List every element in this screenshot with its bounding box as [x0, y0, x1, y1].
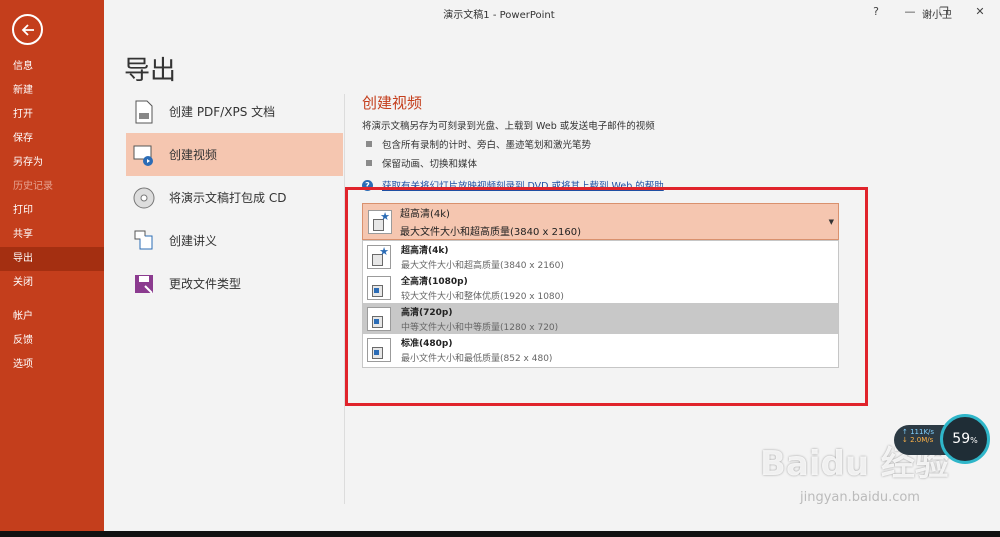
- backstage-sidebar: 信息 新建 打开 保存 另存为 历史记录 打印 共享 导出 关闭 帐户 反馈 选…: [0, 0, 104, 531]
- help-button[interactable]: ?: [868, 4, 884, 20]
- quality-option-4k[interactable]: ★ 超高清(4k) 最大文件大小和超高质量(3840 x 2160): [363, 241, 838, 272]
- option-label: 创建视频: [169, 148, 218, 162]
- pdf-document-icon: [132, 99, 156, 125]
- quality-dropdown-list: ★ 超高清(4k) 最大文件大小和超高质量(3840 x 2160) 全高清(10…: [362, 240, 839, 368]
- pane-heading: 创建视频: [362, 94, 423, 112]
- menu-item-feedback[interactable]: 反馈: [0, 329, 104, 353]
- back-button[interactable]: [12, 14, 43, 45]
- video-quality-icon: ★: [367, 244, 391, 269]
- video-quality-icon: [367, 306, 391, 331]
- option-label: 更改文件类型: [169, 277, 242, 291]
- pane-description: 将演示文稿另存为可刻录到光盘、上载到 Web 或发送电子邮件的视频: [362, 121, 655, 132]
- minimize-button[interactable]: —: [902, 4, 918, 20]
- menu-item-export[interactable]: 导出: [0, 247, 104, 271]
- video-quality-icon: ★: [368, 209, 392, 234]
- menu-item-account[interactable]: 帐户: [0, 305, 104, 329]
- bullet-item: 包含所有录制的计时、旁白、墨迹笔划和激光笔势: [366, 137, 882, 151]
- close-button[interactable]: ✕: [972, 4, 988, 20]
- dropdown-selected-title: 超高清(4k): [400, 209, 450, 220]
- export-options: 创建 PDF/XPS 文档 创建视频 将演示文稿打包成 CD 创建讲义 更改文件…: [126, 90, 343, 305]
- video-quality-icon: [367, 275, 391, 300]
- option-label: 创建 PDF/XPS 文档: [169, 105, 276, 119]
- save-file-icon: [132, 271, 156, 297]
- backstage-menu: 信息 新建 打开 保存 另存为 历史记录 打印 共享 导出 关闭 帐户 反馈 选…: [0, 55, 104, 377]
- bullet-square-icon: [366, 141, 372, 147]
- quality-option-480p[interactable]: 标准(480p) 最小文件大小和最低质量(852 x 480): [363, 334, 838, 365]
- option-label: 创建讲义: [169, 234, 218, 248]
- menu-item-info[interactable]: 信息: [0, 55, 104, 79]
- create-video-pane: 创建视频 将演示文稿另存为可刻录到光盘、上载到 Web 或发送电子邮件的视频 包…: [362, 92, 882, 192]
- menu-item-new[interactable]: 新建: [0, 79, 104, 103]
- powerpoint-backstage: 信息 新建 打开 保存 另存为 历史记录 打印 共享 导出 关闭 帐户 反馈 选…: [0, 0, 1000, 537]
- chevron-down-icon: ▼: [828, 218, 834, 226]
- handouts-icon: [132, 228, 156, 254]
- menu-item-open[interactable]: 打开: [0, 103, 104, 127]
- quality-option-720p[interactable]: 高清(720p) 中等文件大小和中等质量(1280 x 720): [363, 303, 838, 334]
- menu-item-share[interactable]: 共享: [0, 223, 104, 247]
- back-arrow-icon: [21, 23, 34, 36]
- quality-option-1080p[interactable]: 全高清(1080p) 较大文件大小和整体优质(1920 x 1080): [363, 272, 838, 303]
- menu-item-save[interactable]: 保存: [0, 127, 104, 151]
- bullet-item: 保留动画、切换和媒体: [366, 156, 882, 170]
- option-package-cd[interactable]: 将演示文稿打包成 CD: [126, 176, 343, 219]
- option-change-file-type[interactable]: 更改文件类型: [126, 262, 343, 305]
- menu-item-save-as[interactable]: 另存为: [0, 151, 104, 175]
- watermark-url: jingyan.baidu.com: [800, 490, 920, 505]
- dropdown-selected-subtitle: 最大文件大小和超高质量(3840 x 2160): [400, 227, 581, 238]
- video-quality-icon: [367, 337, 391, 362]
- option-create-pdf[interactable]: 创建 PDF/XPS 文档: [126, 90, 343, 133]
- usage-gauge[interactable]: 59%: [940, 414, 990, 464]
- title-bar: 演示文稿1 - PowerPoint 谢小卫 ? — ❐ ✕: [104, 0, 1000, 26]
- cd-icon: [132, 185, 156, 211]
- option-create-handouts[interactable]: 创建讲义: [126, 219, 343, 262]
- video-icon: [132, 142, 156, 168]
- menu-item-print[interactable]: 打印: [0, 199, 104, 223]
- menu-item-close[interactable]: 关闭: [0, 271, 104, 295]
- window-title: 演示文稿1 - PowerPoint: [443, 10, 555, 21]
- restore-button[interactable]: ❐: [936, 4, 952, 20]
- taskbar: [0, 531, 1000, 537]
- option-create-video[interactable]: 创建视频: [126, 133, 343, 176]
- menu-item-history: 历史记录: [13, 181, 53, 192]
- menu-item-options[interactable]: 选项: [0, 353, 104, 377]
- quality-dropdown[interactable]: ★ 超高清(4k) 最大文件大小和超高质量(3840 x 2160) ▼: [362, 203, 839, 240]
- bullet-square-icon: [366, 160, 372, 166]
- option-label: 将演示文稿打包成 CD: [169, 191, 287, 205]
- page-title: 导出: [124, 56, 177, 86]
